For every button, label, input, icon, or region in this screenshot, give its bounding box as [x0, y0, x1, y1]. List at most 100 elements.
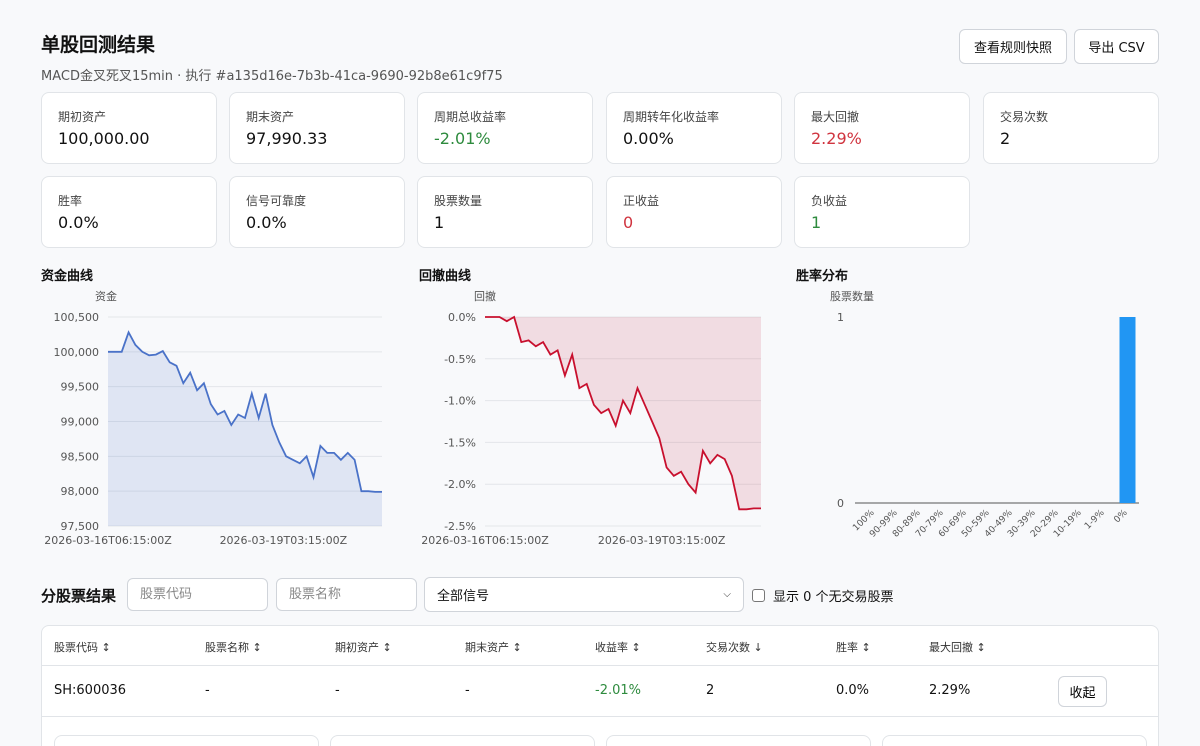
collapse-button[interactable]: 收起	[1058, 676, 1107, 707]
metric-card-annualized-return: 周期转年化收益率 0.00%	[606, 92, 782, 164]
metric-label: 股票数量	[434, 194, 483, 208]
detail-card	[882, 735, 1147, 746]
metric-card-stock-count: 股票数量 1	[417, 176, 593, 248]
metric-card-positive-return: 正收益 0	[606, 176, 782, 248]
series-area	[108, 332, 382, 526]
metric-value: 0.00%	[623, 129, 674, 148]
show-no-trade-toggle[interactable]: 显示 0 个无交易股票	[752, 586, 894, 605]
y-tick-label: 100,000	[54, 346, 100, 359]
y-tick-label: -1.0%	[444, 395, 476, 408]
cell-return: -2.01%	[595, 683, 641, 698]
signal-select-value: 全部信号	[437, 589, 490, 604]
drawdown-chart-title: 回撤曲线	[419, 269, 472, 284]
cell-code: SH:600036	[54, 683, 127, 698]
metric-card-signal-reliability: 信号可靠度 0.0%	[229, 176, 405, 248]
export-csv-button[interactable]: 导出 CSV	[1074, 29, 1159, 64]
x-tick-label: 0%	[1112, 508, 1129, 525]
cell-end: -	[465, 683, 470, 698]
x-tick-label: 2026-03-19T03:15:00Z	[598, 534, 726, 547]
metric-label: 期末资产	[246, 110, 295, 124]
metric-card-total-return: 周期总收益率 -2.01%	[417, 92, 593, 164]
cell-maxdd: 2.29%	[929, 683, 971, 698]
stock-results-title: 分股票结果	[41, 587, 117, 605]
series-area	[485, 317, 761, 510]
x-tick-label: 2026-03-19T03:15:00Z	[220, 534, 348, 547]
page-header: 单股回测结果 MACD金叉死叉15min · 执行 #a135d16e-7b3b…	[41, 30, 503, 84]
equity-chart-title: 资金曲线	[41, 269, 94, 284]
x-tick-label: 1-9%	[1083, 508, 1107, 532]
y-tick-label: -2.0%	[444, 478, 476, 491]
bar	[1119, 317, 1136, 503]
metric-value: 0	[623, 213, 634, 232]
cell-start: -	[335, 683, 340, 698]
x-tick-label: 2026-03-16T06:15:00Z	[44, 534, 172, 547]
y-axis-label: 资金	[95, 289, 117, 303]
page-title: 单股回测结果	[41, 34, 156, 56]
metric-card-win-rate: 胜率 0.0%	[41, 176, 217, 248]
metric-label: 最大回撤	[811, 110, 860, 124]
col-header-name[interactable]: 股票名称 ↕	[205, 639, 262, 655]
metric-card-end-assets: 期末资产 97,990.33	[229, 92, 405, 164]
metric-label: 胜率	[58, 194, 83, 208]
metric-value: 97,990.33	[246, 129, 328, 148]
cell-winrate: 0.0%	[836, 683, 870, 698]
col-header-winrate[interactable]: 胜率 ↕	[836, 639, 871, 655]
stock-name-input[interactable]	[276, 578, 417, 611]
col-header-code[interactable]: 股票代码 ↕	[54, 639, 111, 655]
metric-card-negative-return: 负收益 1	[794, 176, 970, 248]
col-header-end[interactable]: 期末资产 ↕	[465, 639, 522, 655]
metric-card-max-drawdown: 最大回撤 2.29%	[794, 92, 970, 164]
metric-label: 周期总收益率	[434, 110, 507, 124]
col-header-start[interactable]: 期初资产 ↕	[335, 639, 392, 655]
y-tick-label: 99,500	[61, 381, 100, 394]
metric-value: 0.0%	[246, 213, 287, 232]
metric-label: 交易次数	[1000, 110, 1049, 124]
metric-value: 2.29%	[811, 129, 862, 148]
signal-select[interactable]: 全部信号 ⌵	[424, 577, 744, 612]
y-tick-label: 0	[837, 497, 844, 510]
metric-label: 周期转年化收益率	[623, 110, 720, 124]
detail-card	[330, 735, 595, 746]
metric-value: 0.0%	[58, 213, 99, 232]
show-no-trade-label: 显示 0 个无交易股票	[773, 590, 894, 605]
metric-value: 1	[434, 213, 445, 232]
metric-card-start-assets: 期初资产 100,000.00	[41, 92, 217, 164]
metric-value: 100,000.00	[58, 129, 150, 148]
winrate-chart: 股票数量10100%90-99%80-89%70-79%60-69%50-59%…	[830, 290, 1139, 540]
col-header-return[interactable]: 收益率 ↕	[595, 639, 641, 655]
view-rules-snapshot-button[interactable]: 查看规则快照	[959, 29, 1067, 64]
metric-label: 信号可靠度	[246, 194, 307, 208]
chevron-down-icon: ⌵	[723, 589, 731, 600]
metric-label: 负收益	[811, 194, 848, 208]
show-no-trade-checkbox[interactable]	[752, 589, 765, 602]
y-tick-label: 0.0%	[448, 311, 476, 324]
metric-card-trade-count: 交易次数 2	[983, 92, 1159, 164]
stock-results-table: 股票代码 ↕ 股票名称 ↕ 期初资产 ↕ 期末资产 ↕ 收益率 ↕ 交易次数 ↓…	[41, 625, 1159, 746]
equity-chart: 100,500 100,000 99,500 99,000 98,500 98,000 97…	[44, 289, 382, 547]
metric-value: 2	[1000, 129, 1011, 148]
metric-label: 正收益	[623, 194, 660, 208]
cell-name: -	[205, 683, 210, 698]
metric-label: 期初资产	[58, 110, 107, 124]
y-tick-label: 99,000	[61, 416, 100, 429]
y-tick-label: -0.5%	[444, 353, 476, 366]
y-axis-label: 股票数量	[830, 290, 874, 303]
y-tick-label: 98,000	[61, 485, 100, 498]
drawdown-chart: 0.0% -0.5% -1.0% -1.5% -2.0% -2.5% 回撤 2026-03-1…	[421, 289, 761, 547]
y-tick-label: 1	[837, 311, 844, 324]
col-header-trades[interactable]: 交易次数 ↓	[706, 639, 763, 655]
metric-value: -2.01%	[434, 129, 491, 148]
y-tick-label: -2.5%	[444, 520, 476, 533]
stock-code-input[interactable]	[127, 578, 268, 611]
cell-trades: 2	[706, 683, 715, 698]
col-header-maxdd[interactable]: 最大回撤 ↕	[929, 639, 986, 655]
page-subtitle: MACD金叉死叉15min · 执行 #a135d16e-7b3b-41ca-9…	[41, 69, 503, 84]
table-header: 股票代码 ↕ 股票名称 ↕ 期初资产 ↕ 期末资产 ↕ 收益率 ↕ 交易次数 ↓…	[42, 626, 1158, 666]
metric-value: 1	[811, 213, 822, 232]
y-tick-label: -1.5%	[444, 436, 476, 449]
detail-card	[54, 735, 319, 746]
x-tick-label: 2026-03-16T06:15:00Z	[421, 534, 549, 547]
detail-card	[606, 735, 871, 746]
table-row: SH:600036 - - - -2.01% 2 0.0% 2.29% 收起	[42, 666, 1158, 717]
y-tick-label: 100,500	[54, 311, 100, 324]
